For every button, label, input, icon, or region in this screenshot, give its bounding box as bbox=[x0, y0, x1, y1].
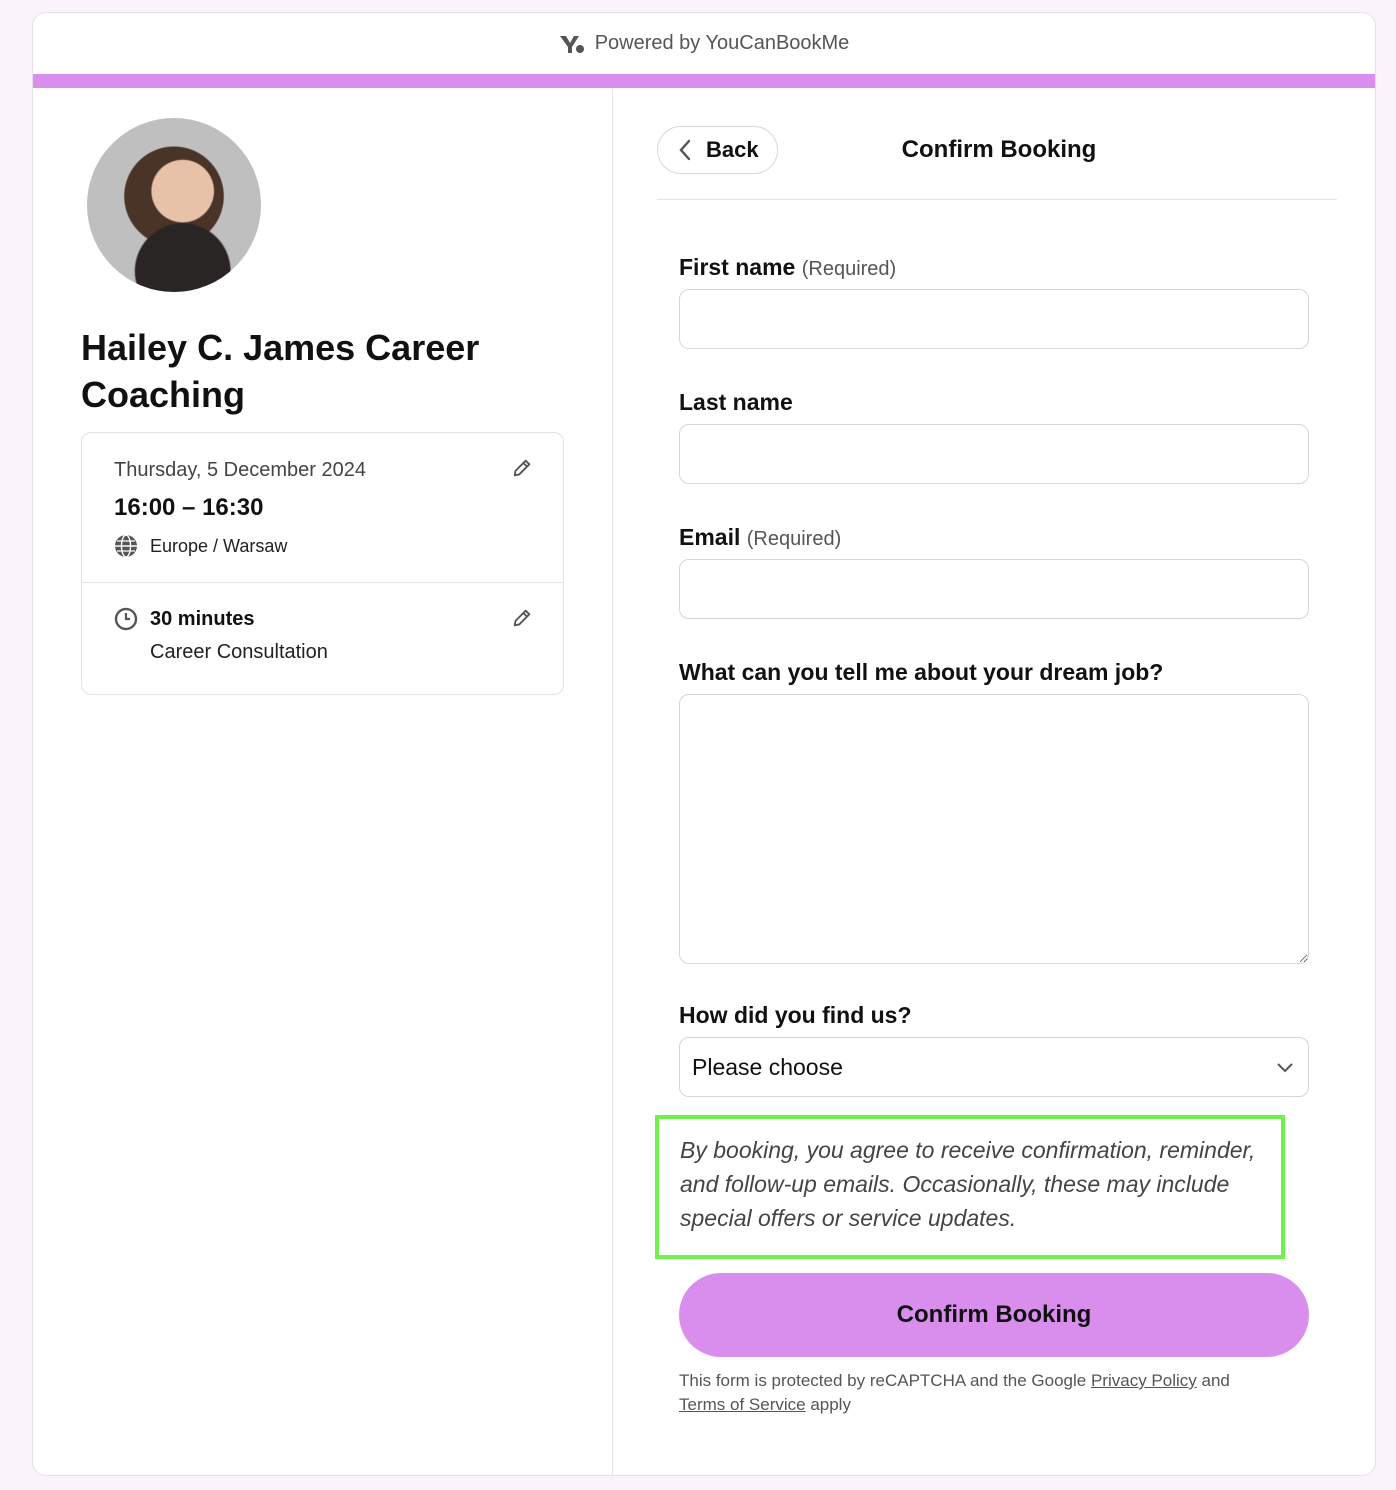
required-tag: (Required) bbox=[801, 258, 897, 280]
timezone-row: Europe / Warsaw bbox=[114, 534, 531, 558]
back-button[interactable]: Back bbox=[657, 126, 778, 174]
chevron-left-icon bbox=[679, 139, 691, 161]
email-label: Email (Required) bbox=[679, 524, 841, 550]
referral-select[interactable]: Please choose bbox=[679, 1037, 1309, 1097]
back-label: Back bbox=[706, 137, 759, 162]
recaptcha-notice: This form is protected by reCAPTCHA and … bbox=[679, 1369, 1319, 1417]
email-input[interactable] bbox=[679, 559, 1309, 619]
accent-bar bbox=[33, 74, 1375, 88]
privacy-policy-link[interactable]: Privacy Policy bbox=[1091, 1371, 1197, 1390]
booking-summary-panel: Hailey C. James Career Coaching Thursday… bbox=[33, 88, 613, 1475]
referral-selected-value: Please choose bbox=[692, 1053, 843, 1080]
globe-icon bbox=[115, 534, 137, 558]
first-name-label-text: First name bbox=[679, 254, 796, 280]
booking-form: First name (Required) Last name Email (R… bbox=[655, 254, 1337, 1417]
email-consent-notice: By booking, you agree to receive confirm… bbox=[655, 1115, 1285, 1259]
booking-page: Powered by YouCanBookMe Hailey C. James … bbox=[32, 12, 1376, 1476]
legal-middle: and bbox=[1196, 1371, 1230, 1390]
dream-job-label: What can you tell me about your dream jo… bbox=[679, 659, 1164, 685]
edit-duration-pencil-icon[interactable] bbox=[511, 607, 533, 629]
youcanbookme-logo-icon bbox=[559, 35, 584, 53]
duration-text: 30 minutes bbox=[150, 607, 255, 630]
last-name-field: Last name bbox=[679, 389, 1319, 484]
meeting-type: Career Consultation bbox=[150, 641, 328, 663]
edit-date-pencil-icon[interactable] bbox=[511, 457, 533, 479]
first-name-field: First name (Required) bbox=[679, 254, 1319, 349]
legal-prefix: This form is protected by reCAPTCHA and … bbox=[679, 1371, 1091, 1390]
legal-suffix: apply bbox=[805, 1395, 851, 1414]
last-name-input[interactable] bbox=[679, 424, 1309, 484]
clock-icon bbox=[114, 607, 138, 631]
timezone-text: Europe / Warsaw bbox=[150, 535, 288, 556]
first-name-input[interactable] bbox=[679, 289, 1309, 349]
duration-row: 30 minutes bbox=[114, 607, 531, 631]
dream-job-textarea[interactable] bbox=[679, 694, 1309, 964]
dream-job-field: What can you tell me about your dream jo… bbox=[679, 659, 1319, 964]
terms-of-service-link[interactable]: Terms of Service bbox=[679, 1395, 806, 1414]
duration-section: 30 minutes Career Consultation bbox=[82, 582, 563, 694]
coach-name: Hailey C. James Career Coaching bbox=[81, 327, 480, 415]
referral-label: How did you find us? bbox=[679, 1002, 912, 1028]
booking-date: Thursday, 5 December 2024 bbox=[114, 459, 366, 481]
header-divider bbox=[657, 199, 1337, 200]
date-time-section: Thursday, 5 December 2024 16:00 – 16:30 … bbox=[82, 433, 563, 582]
email-field: Email (Required) bbox=[679, 524, 1319, 619]
booking-form-panel: Back Confirm Booking First name (Require… bbox=[613, 88, 1375, 1475]
email-label-text: Email bbox=[679, 524, 741, 550]
powered-by-text: Powered by YouCanBookMe bbox=[594, 32, 850, 54]
chevron-down-icon bbox=[1277, 1063, 1293, 1073]
first-name-label: First name (Required) bbox=[679, 254, 896, 280]
avatar bbox=[87, 118, 261, 292]
booking-time: 16:00 – 16:30 bbox=[114, 494, 264, 521]
form-header: Back Confirm Booking bbox=[657, 126, 1337, 174]
last-name-label: Last name bbox=[679, 389, 793, 415]
confirm-booking-button[interactable]: Confirm Booking bbox=[679, 1273, 1309, 1357]
powered-by-bar: Powered by YouCanBookMe bbox=[33, 13, 1375, 74]
required-tag: (Required) bbox=[746, 528, 842, 550]
referral-field: How did you find us? Please choose bbox=[679, 1002, 1319, 1097]
booking-details-card: Thursday, 5 December 2024 16:00 – 16:30 … bbox=[81, 432, 564, 695]
